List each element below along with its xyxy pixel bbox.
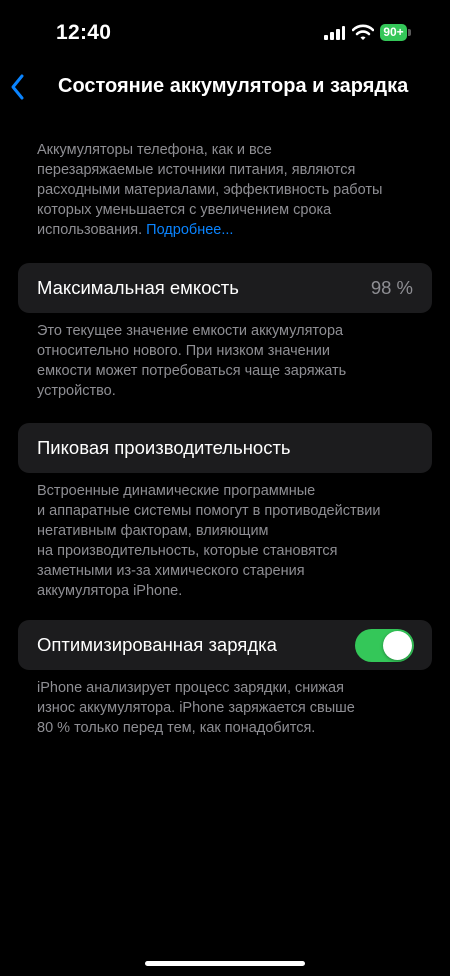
footer-line: негативным факторам, влияющим — [37, 523, 269, 539]
signal-icon — [324, 26, 345, 40]
max-capacity-label: Максимальная емкость — [37, 277, 239, 298]
back-button[interactable] — [6, 72, 34, 102]
learn-more-link[interactable]: Подробнее... — [146, 222, 233, 238]
footer-line: устройство. — [37, 383, 116, 399]
peak-performance-footer: Встроенные динамические программные и ап… — [37, 481, 417, 601]
chevron-left-icon — [11, 74, 24, 100]
intro-line: перезаряжаемые источники питания, являют… — [37, 162, 356, 178]
footer-line: Это текущее значение емкости аккумулятор… — [37, 323, 344, 339]
optimized-charging-label: Оптимизированная зарядка — [37, 634, 277, 655]
optimized-charging-toggle[interactable] — [355, 629, 414, 662]
footer-line: износ аккумулятора. iPhone заряжается св… — [37, 700, 355, 716]
max-capacity-footer: Это текущее значение емкости аккумулятор… — [37, 321, 417, 401]
optimized-charging-cell: Оптимизированная зарядка — [18, 620, 432, 670]
footer-line: емкости может потребоваться чаще заряжат… — [37, 363, 347, 379]
battery-cap — [408, 29, 411, 36]
intro-line: которых уменьшается с увеличением срока — [37, 202, 332, 218]
nav-bar: Состояние аккумулятора и зарядка — [0, 62, 450, 112]
footer-line: iPhone анализирует процесс зарядки, сниж… — [37, 680, 344, 696]
toggle-knob — [383, 631, 412, 660]
status-bar: 12:40 90+ — [0, 0, 450, 62]
page-title: Состояние аккумулятора и зарядка — [58, 75, 409, 97]
battery-icon: 90+ — [380, 24, 412, 41]
footer-line: заметными из-за химического старения — [37, 563, 305, 579]
battery-level: 90+ — [383, 25, 404, 39]
footer-line: Встроенные динамические программные — [37, 483, 316, 499]
status-time: 12:40 — [56, 21, 112, 44]
intro-line: Аккумуляторы телефона, как и все — [37, 142, 272, 158]
home-indicator[interactable] — [145, 961, 305, 966]
footer-line: аккумулятора iPhone. — [37, 583, 183, 599]
footer-line: 80 % только перед тем, как понадобится. — [37, 720, 316, 736]
intro-description: Аккумуляторы телефона, как и все перезар… — [37, 140, 417, 240]
optimized-charging-footer: iPhone анализирует процесс зарядки, сниж… — [37, 678, 417, 738]
intro-last-line: использования. Подробнее... — [37, 220, 417, 240]
intro-line: использования. — [37, 222, 143, 238]
peak-performance-cell: Пиковая производительность — [18, 423, 432, 473]
footer-line: относительно нового. При низком значении — [37, 343, 330, 359]
footer-line: на производительность, которые становятс… — [37, 543, 338, 559]
footer-line: и аппаратные системы помогут в противоде… — [37, 503, 381, 519]
wifi-icon — [352, 24, 374, 40]
peak-performance-label: Пиковая производительность — [37, 437, 291, 458]
max-capacity-cell: Максимальная емкость 98 % — [18, 263, 432, 313]
max-capacity-value: 98 % — [370, 277, 413, 298]
intro-line: расходными материалами, эффективность ра… — [37, 182, 383, 198]
